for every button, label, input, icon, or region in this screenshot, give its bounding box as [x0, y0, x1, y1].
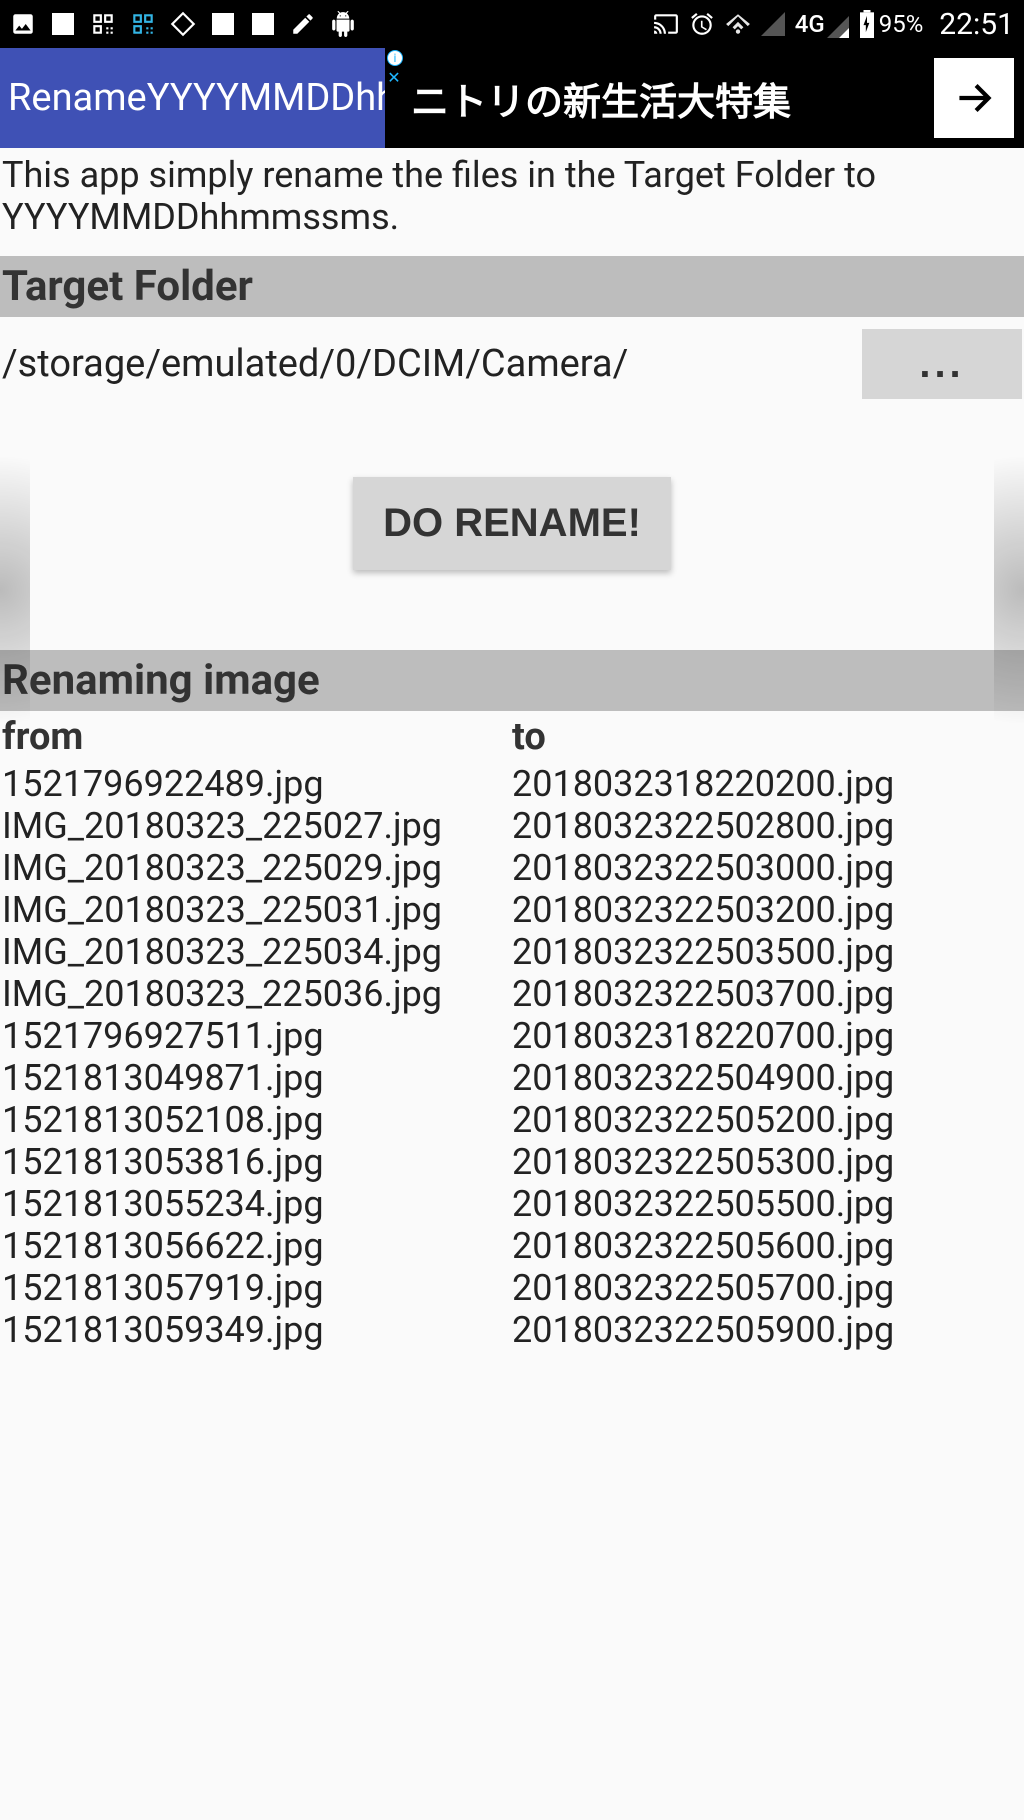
folder-path: /storage/emulated/0/DCIM/Camera/ [2, 342, 852, 386]
list-item: IMG_20180323_225029.jpg [2, 847, 512, 889]
action-row: DO RENAME! [0, 407, 1024, 650]
qr-blue-icon [130, 11, 156, 37]
list-item: IMG_20180323_225031.jpg [2, 889, 512, 931]
list-item: 1521796922489.jpg [2, 763, 512, 805]
square3-icon [250, 11, 276, 37]
alarm-icon [689, 11, 715, 37]
list-item: IMG_20180323_225036.jpg [2, 973, 512, 1015]
qr-icon [90, 11, 116, 37]
section-target-folder: Target Folder [0, 256, 1024, 317]
signal-empty-icon [761, 12, 785, 36]
signal-icon [827, 16, 849, 38]
list-item: 2018032318220200.jpg [512, 763, 1024, 805]
list-item: 1521813053816.jpg [2, 1141, 512, 1183]
image-icon [10, 11, 36, 37]
list-item: 2018032322505700.jpg [512, 1267, 1024, 1309]
edit-icon [290, 11, 316, 37]
list-item: 2018032322503000.jpg [512, 847, 1024, 889]
list-item: 2018032322503700.jpg [512, 973, 1024, 1015]
ad-info-icon[interactable]: i [387, 50, 403, 66]
app-title: RenameYYYYMMDDhhmmssms [0, 48, 385, 148]
browse-button[interactable]: ... [862, 329, 1022, 399]
section-renaming-image: Renaming image [0, 650, 1024, 711]
status-right: 4G 95% 22:51 [653, 7, 1014, 42]
ad-badge: i ✕ [385, 48, 403, 87]
list-item: 2018032322502800.jpg [512, 805, 1024, 847]
wifi-icon [725, 11, 751, 37]
network-label: 4G [795, 10, 825, 38]
list-item: 2018032322505900.jpg [512, 1309, 1024, 1351]
list-item: 1521813057919.jpg [2, 1267, 512, 1309]
arrow-right-icon [949, 73, 999, 123]
android-icon [330, 11, 356, 37]
battery-pct: 95% [879, 10, 924, 38]
ad-arrow-button[interactable] [934, 58, 1014, 138]
column-to: to 2018032318220200.jpg2018032322502800.… [512, 711, 1024, 1351]
square2-icon [210, 11, 236, 37]
to-list: 2018032318220200.jpg2018032322502800.jpg… [512, 763, 1024, 1351]
battery-icon [859, 10, 875, 38]
list-item: 2018032322505500.jpg [512, 1183, 1024, 1225]
battery: 95% [859, 10, 924, 38]
list-item: 2018032322503200.jpg [512, 889, 1024, 931]
description: This app simply rename the files in the … [0, 148, 1024, 256]
rotate-icon [170, 11, 196, 37]
folder-row: /storage/emulated/0/DCIM/Camera/ ... [0, 317, 1024, 407]
list-item: 1521813052108.jpg [2, 1099, 512, 1141]
ad-close-icon[interactable]: ✕ [385, 68, 403, 87]
column-from-header: from [0, 711, 512, 763]
network-4g: 4G [795, 10, 849, 38]
list-item: 2018032318220700.jpg [512, 1015, 1024, 1057]
list-item: 2018032322505300.jpg [512, 1141, 1024, 1183]
list-item: 2018032322503500.jpg [512, 931, 1024, 973]
list-item: 1521813055234.jpg [2, 1183, 512, 1225]
file-columns: from 1521796922489.jpgIMG_20180323_22502… [0, 711, 1024, 1351]
clock: 22:51 [939, 7, 1014, 42]
status-left [10, 11, 356, 37]
list-item: 1521813049871.jpg [2, 1057, 512, 1099]
column-from: from 1521796922489.jpgIMG_20180323_22502… [0, 711, 512, 1351]
status-bar: 4G 95% 22:51 [0, 0, 1024, 48]
cast-icon [653, 11, 679, 37]
square-icon [50, 11, 76, 37]
ad-text: ニトリの新生活大特集 [411, 71, 791, 126]
list-item: 2018032322505200.jpg [512, 1099, 1024, 1141]
do-rename-button[interactable]: DO RENAME! [353, 477, 671, 570]
list-item: 1521813059349.jpg [2, 1309, 512, 1351]
list-item: 2018032322504900.jpg [512, 1057, 1024, 1099]
list-item: IMG_20180323_225034.jpg [2, 931, 512, 973]
list-item: 2018032322505600.jpg [512, 1225, 1024, 1267]
from-list: 1521796922489.jpgIMG_20180323_225027.jpg… [0, 763, 512, 1351]
ad-banner[interactable]: i ✕ ニトリの新生活大特集 [385, 48, 1024, 148]
header-row: RenameYYYYMMDDhhmmssms i ✕ ニトリの新生活大特集 [0, 48, 1024, 148]
list-item: 1521796927511.jpg [2, 1015, 512, 1057]
list-item: IMG_20180323_225027.jpg [2, 805, 512, 847]
list-item: 1521813056622.jpg [2, 1225, 512, 1267]
column-to-header: to [512, 711, 1024, 763]
